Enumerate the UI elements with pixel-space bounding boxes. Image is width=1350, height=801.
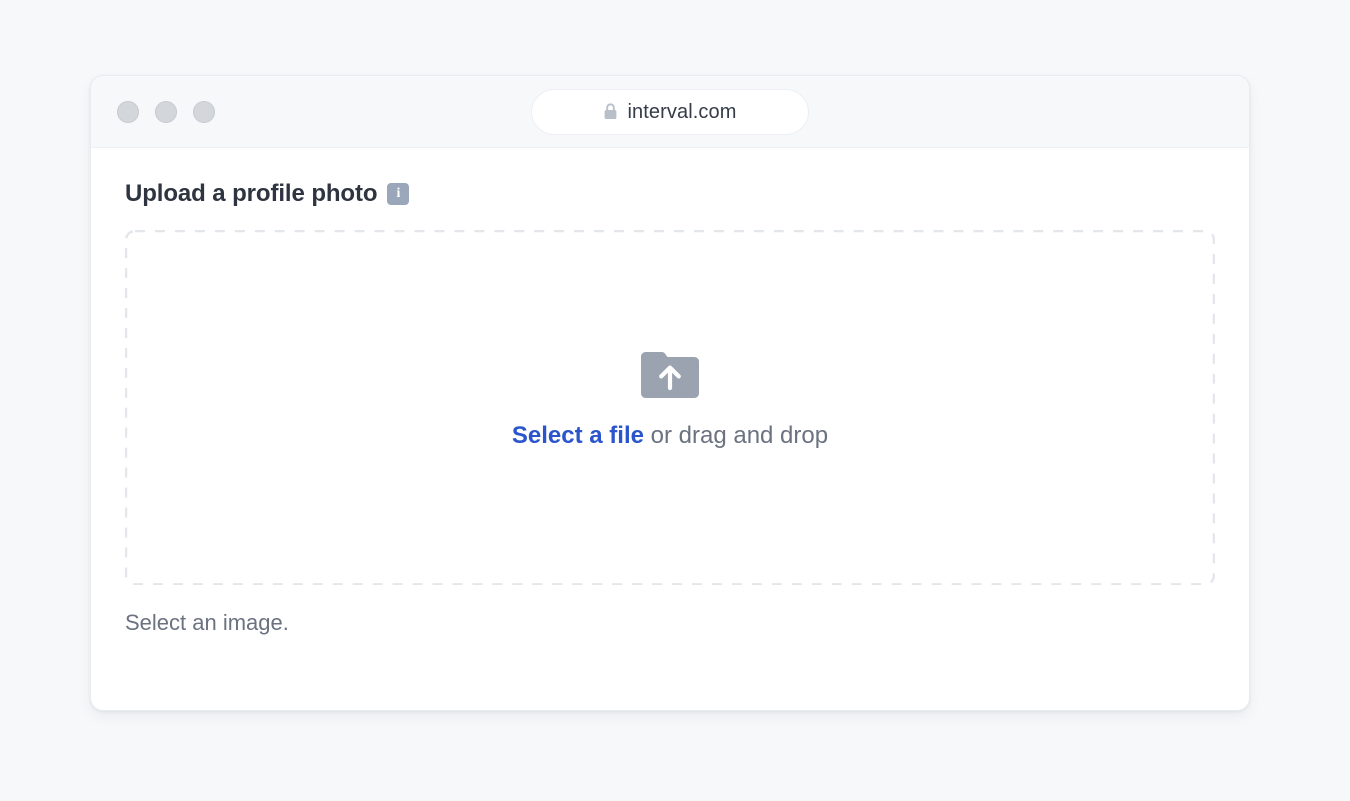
folder-upload-icon: [640, 352, 699, 398]
page-title: Upload a profile photo: [125, 180, 378, 207]
minimize-window-button[interactable]: [155, 100, 177, 123]
page-content: Upload a profile photo i Select a file o…: [91, 148, 1249, 634]
select-file-link[interactable]: Select a file: [512, 422, 644, 449]
dropzone-content: Select a file or drag and drop: [512, 350, 828, 448]
dropzone-caption: Select a file or drag and drop: [512, 424, 828, 448]
help-text: Select an image.: [125, 610, 289, 635]
url-text: interval.com: [627, 100, 737, 123]
browser-window: interval.com Upload a profile photo i Se…: [90, 75, 1250, 711]
close-window-button[interactable]: [117, 100, 139, 123]
maximize-window-button[interactable]: [193, 100, 215, 123]
window-controls: [117, 100, 215, 123]
browser-titlebar: interval.com: [91, 76, 1249, 148]
field-label: Upload a profile photo i: [125, 182, 1215, 206]
lock-icon: [605, 103, 617, 119]
address-bar[interactable]: interval.com: [531, 88, 809, 135]
info-icon[interactable]: i: [387, 183, 410, 205]
drag-drop-hint: or drag and drop: [643, 422, 829, 449]
file-dropzone[interactable]: Select a file or drag and drop: [125, 230, 1215, 586]
